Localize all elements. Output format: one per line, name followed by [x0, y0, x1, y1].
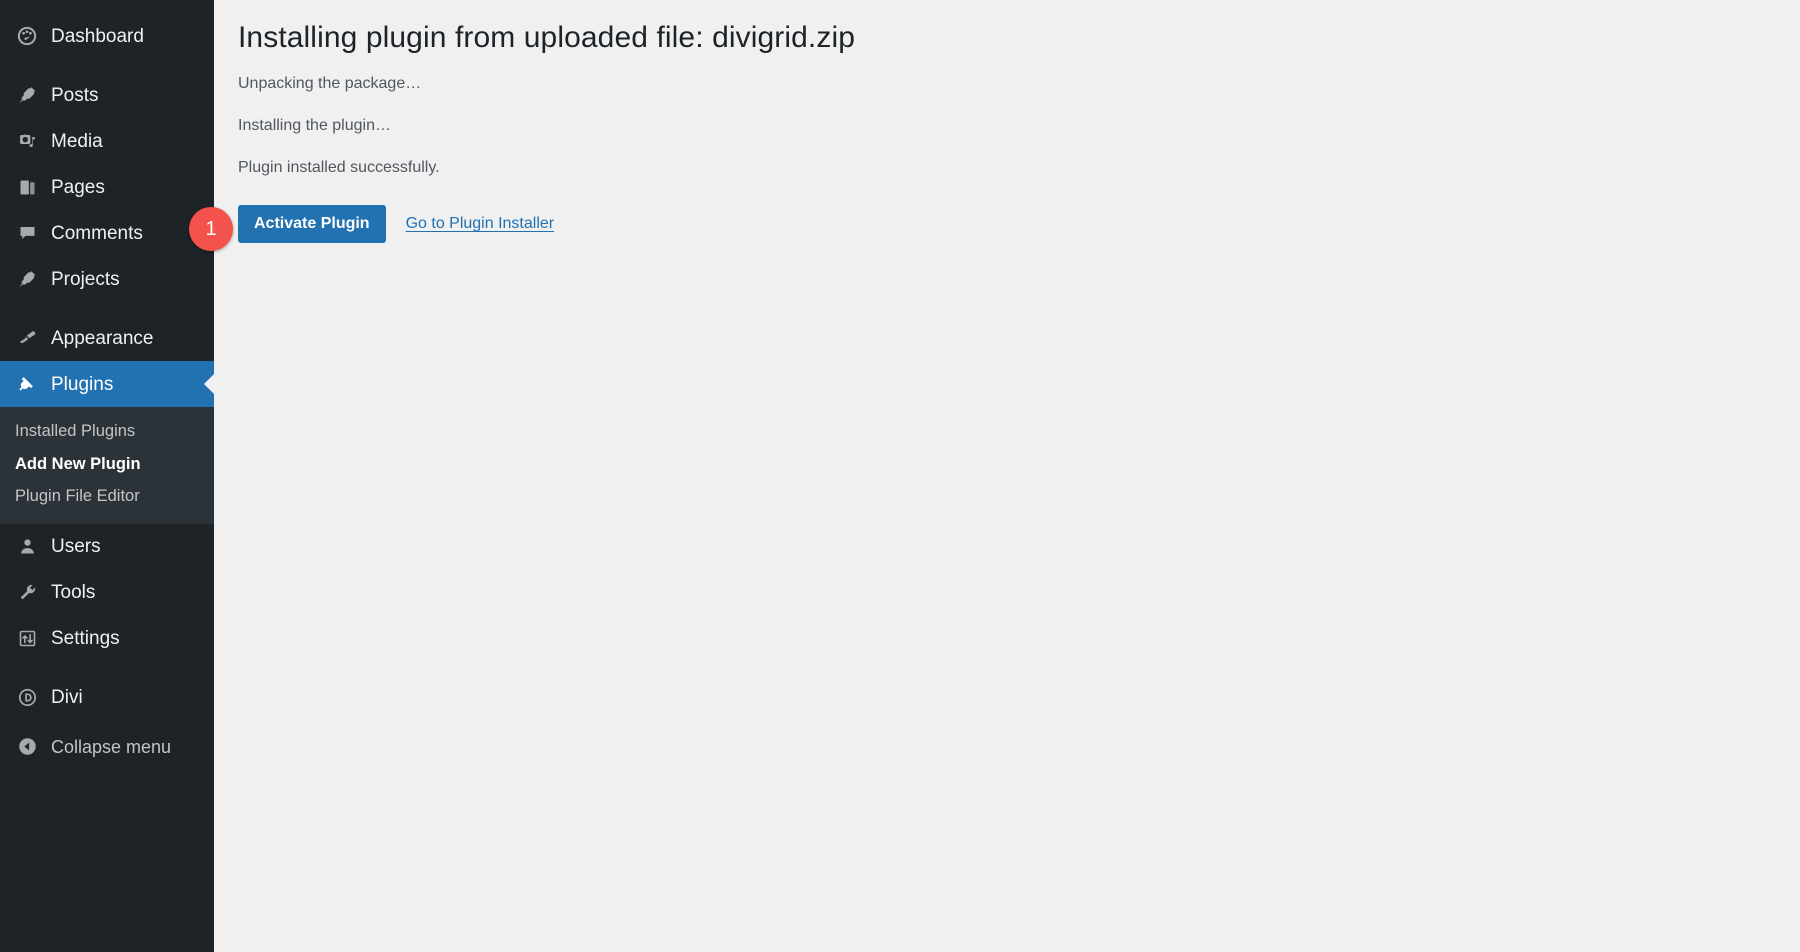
sidebar-item-users[interactable]: Users — [0, 524, 214, 570]
sidebar-item-label: Dashboard — [51, 25, 144, 47]
main-content: Installing plugin from uploaded file: di… — [214, 0, 1800, 952]
menu-group-dashboard: Dashboard — [0, 13, 214, 59]
active-menu-arrow-icon — [204, 373, 215, 395]
install-actions: Activate Plugin Go to Plugin Installer — [238, 205, 1800, 243]
sidebar-item-divi[interactable]: Divi — [0, 675, 214, 721]
menu-separator-3 — [0, 662, 214, 675]
comments-icon — [10, 223, 44, 244]
sidebar-item-posts[interactable]: Posts — [0, 72, 214, 118]
collapse-arrow-icon — [10, 736, 44, 757]
go-to-plugin-installer-link[interactable]: Go to Plugin Installer — [406, 215, 555, 233]
sidebar-item-label: Pages — [51, 176, 105, 198]
pin-icon — [10, 85, 44, 106]
page-title: Installing plugin from uploaded file: di… — [238, 21, 856, 54]
step-badge-1: 1 — [189, 207, 233, 251]
divi-icon — [10, 687, 44, 708]
sidebar-item-label: Projects — [51, 268, 120, 290]
install-log-line-unpacking: Unpacking the package… — [238, 75, 422, 92]
sidebar-item-label: Divi — [51, 687, 83, 708]
submenu-plugins: Installed Plugins Add New Plugin Plugin … — [0, 407, 214, 524]
activate-plugin-button[interactable]: Activate Plugin — [238, 205, 386, 243]
sidebar-item-pages[interactable]: Pages — [0, 164, 214, 210]
menu-group-content: Posts Media Pages Comments Projects — [0, 72, 214, 302]
collapse-menu-button[interactable]: Collapse menu — [0, 721, 214, 773]
install-log-line-success: Plugin installed successfully. — [238, 159, 440, 176]
sidebar-item-label: Media — [51, 130, 103, 152]
sidebar-item-plugins[interactable]: Plugins — [0, 361, 215, 407]
install-log-line-installing: Installing the plugin… — [238, 117, 391, 134]
menu-group-divi: Divi — [0, 675, 214, 721]
media-icon — [10, 131, 44, 152]
sidebar-item-label: Settings — [51, 628, 120, 649]
sidebar-item-label: Posts — [51, 84, 99, 106]
sidebar-item-appearance[interactable]: Appearance — [0, 315, 214, 361]
sidebar-item-label: Plugins — [51, 373, 114, 395]
collapse-menu-label: Collapse menu — [51, 736, 172, 757]
sidebar-item-label: Tools — [51, 582, 96, 603]
sidebar-item-label: Users — [51, 536, 101, 557]
users-icon — [10, 536, 44, 557]
submenu-item-add-new-plugin[interactable]: Add New Plugin — [0, 448, 214, 481]
tools-wrench-icon — [10, 582, 44, 603]
menu-top-spacer — [0, 0, 214, 13]
sidebar-item-projects[interactable]: Projects — [0, 256, 214, 302]
pin-icon — [10, 269, 44, 290]
pages-icon — [10, 177, 44, 198]
plugins-plug-icon — [10, 374, 44, 395]
menu-separator-1 — [0, 59, 214, 72]
sidebar-item-media[interactable]: Media — [0, 118, 214, 164]
submenu-item-plugin-file-editor[interactable]: Plugin File Editor — [0, 480, 214, 513]
menu-group-extend: Appearance Plugins Installed Plugins Add… — [0, 315, 215, 524]
menu-group-admin: Users Tools Settings — [0, 524, 214, 662]
submenu-item-installed-plugins[interactable]: Installed Plugins — [0, 415, 214, 448]
sidebar-item-tools[interactable]: Tools — [0, 570, 214, 616]
menu-separator-2 — [0, 302, 214, 315]
sidebar-item-label: Comments — [51, 222, 143, 244]
appearance-brush-icon — [10, 328, 44, 349]
sidebar-item-label: Appearance — [51, 327, 154, 349]
admin-sidebar: Dashboard Posts Media Pages Comments Pro… — [0, 0, 215, 952]
dashboard-icon — [10, 25, 44, 47]
settings-sliders-icon — [10, 628, 44, 649]
sidebar-item-dashboard[interactable]: Dashboard — [0, 13, 214, 59]
wp-admin-screen: Dashboard Posts Media Pages Comments Pro… — [0, 0, 1800, 952]
sidebar-item-comments[interactable]: Comments — [0, 210, 214, 256]
sidebar-item-settings[interactable]: Settings — [0, 616, 214, 662]
